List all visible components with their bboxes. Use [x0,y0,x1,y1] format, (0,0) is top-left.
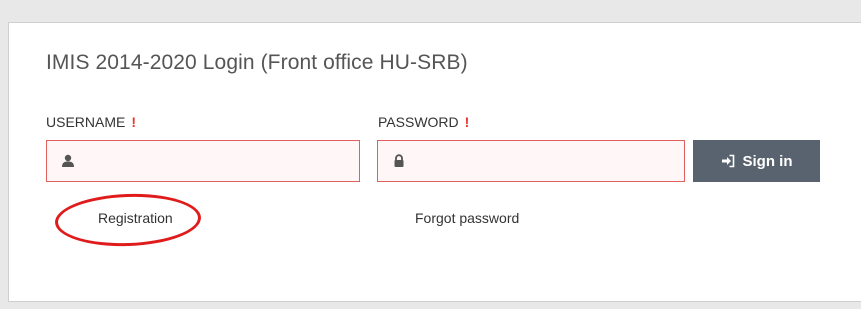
user-icon [62,154,74,167]
password-label: PASSWORD! [378,114,469,130]
username-label: USERNAME! [46,114,136,130]
forgot-password-link[interactable]: Forgot password [415,210,519,226]
sign-in-button[interactable]: Sign in [693,140,820,182]
page-title: IMIS 2014-2020 Login (Front office HU-SR… [46,51,468,74]
lock-icon [394,154,404,167]
password-input[interactable] [418,141,682,183]
username-input[interactable] [87,141,357,183]
sign-in-icon [721,154,734,168]
username-label-text: USERNAME [46,114,126,130]
password-field-wrapper [377,140,685,183]
sign-in-label: Sign in [742,152,793,170]
username-field-wrapper [46,140,360,183]
password-label-text: PASSWORD [378,114,459,130]
username-required-mark: ! [131,114,137,130]
password-required-mark: ! [464,114,470,130]
